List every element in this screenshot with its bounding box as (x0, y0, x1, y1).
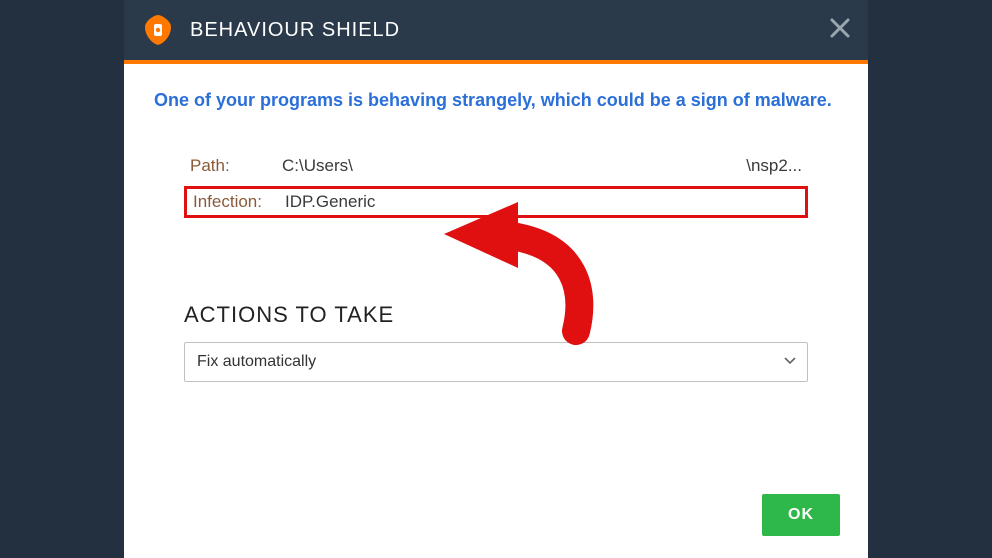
behaviour-shield-dialog: BEHAVIOUR SHIELD One of your programs is… (124, 0, 868, 558)
close-icon (829, 17, 851, 44)
path-row: Path: C:\Users\ \nsp2... (184, 150, 808, 182)
avast-logo-icon (140, 12, 176, 48)
details-section: Path: C:\Users\ \nsp2... Infection: IDP.… (154, 150, 838, 218)
warning-message: One of your programs is behaving strange… (154, 88, 838, 112)
dialog-title: BEHAVIOUR SHIELD (190, 19, 400, 42)
infection-value: IDP.Generic (285, 192, 375, 212)
chevron-down-icon (783, 353, 797, 371)
infection-label: Infection: (193, 192, 285, 212)
action-select[interactable]: Fix automatically (184, 342, 808, 382)
path-label: Path: (190, 156, 282, 176)
dialog-header: BEHAVIOUR SHIELD (124, 0, 868, 60)
path-value-left: C:\Users\ (282, 156, 353, 176)
infection-row: Infection: IDP.Generic (184, 186, 808, 218)
close-button[interactable] (824, 14, 856, 46)
path-value-right: \nsp2... (746, 156, 802, 176)
action-select-value: Fix automatically (197, 353, 316, 371)
dialog-content: One of your programs is behaving strange… (124, 64, 868, 474)
dialog-footer: OK (124, 474, 868, 558)
actions-heading: ACTIONS TO TAKE (184, 302, 838, 328)
ok-button[interactable]: OK (762, 494, 840, 536)
